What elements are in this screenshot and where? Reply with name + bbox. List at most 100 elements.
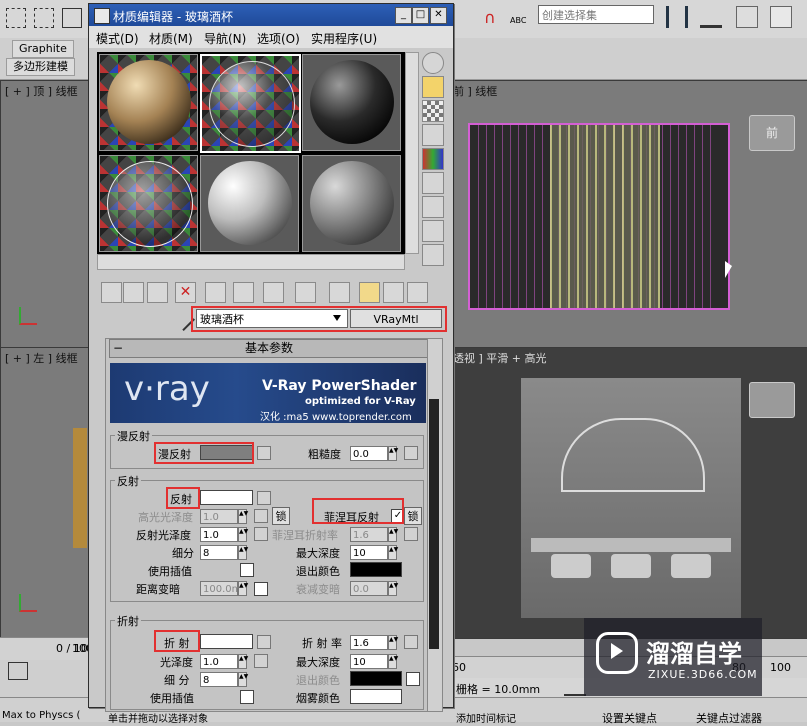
refract-subdivs-spinner[interactable]: 8 <box>200 672 238 687</box>
viewport-perspective-label[interactable]: 透视 ] 平滑 + 高光 <box>453 350 547 366</box>
roughness-map-button[interactable] <box>404 446 418 460</box>
sample-slot-active[interactable] <box>200 54 301 153</box>
go-forward-sibling-icon[interactable] <box>407 282 428 303</box>
sample-slot[interactable] <box>302 155 401 252</box>
window-crossing-icon[interactable] <box>34 8 54 28</box>
video-color-icon[interactable] <box>422 148 444 170</box>
refract-gloss-map-button[interactable] <box>254 654 268 668</box>
graph-editor-icon[interactable] <box>770 6 792 28</box>
ior-arrows[interactable]: ▲▼ <box>388 635 398 650</box>
fog-color-swatch[interactable] <box>350 689 402 704</box>
refract-gloss-spinner[interactable]: 1.0 <box>200 654 238 669</box>
viewport-front[interactable]: 前 ] 线框 前 <box>452 80 807 348</box>
refl-gloss-spinner[interactable]: 1.0 <box>200 527 238 542</box>
fresnel-ior-map-button[interactable] <box>404 527 418 541</box>
ior-map-button[interactable] <box>404 635 418 649</box>
maxscript-listener[interactable]: Max to Physcs ( <box>2 710 80 721</box>
reflect-map-button[interactable] <box>257 491 271 505</box>
menu-material[interactable]: 材质(M) <box>149 30 193 47</box>
keyframe-icon[interactable] <box>8 662 28 680</box>
rollout-title-bar[interactable]: − 基本参数 <box>109 339 429 358</box>
snap-magnet-icon[interactable]: ∩ <box>484 8 498 28</box>
slots-vertical-scroll[interactable] <box>405 52 419 254</box>
get-material-icon[interactable] <box>101 282 122 303</box>
minimize-button[interactable]: _ <box>395 7 412 24</box>
subdivs-arrows[interactable]: ▲▼ <box>238 545 248 560</box>
close-button[interactable]: ✕ <box>430 7 447 24</box>
max-depth-arrows[interactable]: ▲▼ <box>388 545 398 560</box>
hilight-gloss-arrows[interactable]: ▲▼ <box>238 509 248 524</box>
fresnel-ior-spinner[interactable]: 1.6 <box>350 527 388 542</box>
tab-poly-modeling[interactable]: 多边形建模 <box>6 58 75 76</box>
hilight-lock-button[interactable]: 锁 <box>272 507 290 525</box>
viewport-top[interactable]: [ + ] 顶 ] 线框 <box>0 80 89 348</box>
reflect-color-swatch[interactable] <box>200 490 253 505</box>
maximize-button[interactable]: □ <box>412 7 429 24</box>
rollout-scrollbar[interactable] <box>427 338 443 712</box>
refract-color-swatch[interactable] <box>200 634 253 649</box>
refract-exit-checkbox[interactable] <box>406 672 420 686</box>
viewport-front-label[interactable]: 前 ] 线框 <box>453 83 497 99</box>
viewport-top-label[interactable]: [ + ] 顶 ] 线框 <box>5 83 78 99</box>
backlight-icon[interactable] <box>422 76 444 98</box>
named-selection-set-field[interactable]: 创建选择集 <box>538 5 654 24</box>
layer-icon[interactable] <box>736 6 758 28</box>
scroll-thumb[interactable] <box>429 399 439 649</box>
menu-utilities[interactable]: 实用程序(U) <box>311 30 377 47</box>
viewport-left-label[interactable]: [ + ] 左 ] 线框 <box>5 350 78 366</box>
make-unique-icon[interactable] <box>233 282 254 303</box>
refract-max-depth-arrows[interactable]: ▲▼ <box>388 654 398 669</box>
make-preview-icon[interactable] <box>422 172 444 194</box>
rect-select-icon[interactable] <box>62 8 82 28</box>
refract-subdivs-arrows[interactable]: ▲▼ <box>238 672 248 687</box>
background-icon[interactable] <box>422 100 444 122</box>
refl-gloss-map-button[interactable] <box>254 527 268 541</box>
align-icon[interactable] <box>700 6 722 28</box>
refl-gloss-arrows[interactable]: ▲▼ <box>238 527 248 542</box>
ior-spinner[interactable]: 1.6 <box>350 635 388 650</box>
sample-slot[interactable] <box>99 54 198 151</box>
sample-slot[interactable] <box>200 155 299 252</box>
uv-tiling-icon[interactable] <box>422 124 444 146</box>
select-by-material-icon[interactable] <box>422 220 444 242</box>
add-time-tag[interactable]: 添加时间标记 <box>456 710 516 725</box>
mirror-icon[interactable] <box>666 6 688 28</box>
menu-navigation[interactable]: 导航(N) <box>204 30 246 47</box>
put-to-library-icon[interactable] <box>263 282 284 303</box>
slots-horizontal-scroll[interactable] <box>97 254 405 270</box>
show-end-result-icon[interactable] <box>359 282 380 303</box>
options-icon[interactable] <box>422 196 444 218</box>
viewport-perspective[interactable]: 透视 ] 平滑 + 高光 <box>452 347 807 639</box>
fresnel-ior-arrows[interactable]: ▲▼ <box>388 527 398 542</box>
hilight-gloss-spinner[interactable]: 1.0 <box>200 509 238 524</box>
refract-exit-color-swatch[interactable] <box>350 671 402 686</box>
abc-edit-icon[interactable]: ABC <box>510 6 530 28</box>
sample-slot[interactable] <box>99 155 198 252</box>
dim-dist-spinner[interactable]: 100.0m <box>200 581 241 596</box>
copy-material-icon[interactable] <box>205 282 226 303</box>
material-navigator-icon[interactable] <box>422 244 444 266</box>
select-region-icon[interactable] <box>6 8 26 28</box>
put-to-scene-icon[interactable] <box>123 282 144 303</box>
dim-dist-checkbox[interactable] <box>254 582 268 596</box>
delete-icon[interactable]: ✕ <box>175 282 196 303</box>
dim-falloff-arrows[interactable]: ▲▼ <box>388 581 398 596</box>
exit-color-swatch[interactable] <box>350 562 402 577</box>
diffuse-map-button[interactable] <box>257 446 271 460</box>
subdivs-spinner[interactable]: 8 <box>200 545 238 560</box>
show-map-icon[interactable] <box>329 282 350 303</box>
fresnel-lock-button[interactable]: 锁 <box>404 507 422 525</box>
tab-graphite[interactable]: Graphite <box>12 40 74 58</box>
viewcube-front[interactable]: 前 <box>749 115 795 151</box>
menu-options[interactable]: 选项(O) <box>257 30 300 47</box>
refract-map-button[interactable] <box>257 635 271 649</box>
material-id-icon[interactable] <box>295 282 316 303</box>
dim-dist-arrows[interactable]: ▲▼ <box>238 581 248 596</box>
viewcube-perspective[interactable] <box>749 382 795 418</box>
roughness-spinner[interactable]: 0.0 <box>350 446 388 461</box>
roughness-arrows[interactable]: ▲▼ <box>388 446 398 461</box>
refract-use-interp-checkbox[interactable] <box>240 690 254 704</box>
key-icon[interactable] <box>564 680 586 696</box>
max-depth-spinner[interactable]: 10 <box>350 545 388 560</box>
sample-slot[interactable] <box>302 54 401 151</box>
